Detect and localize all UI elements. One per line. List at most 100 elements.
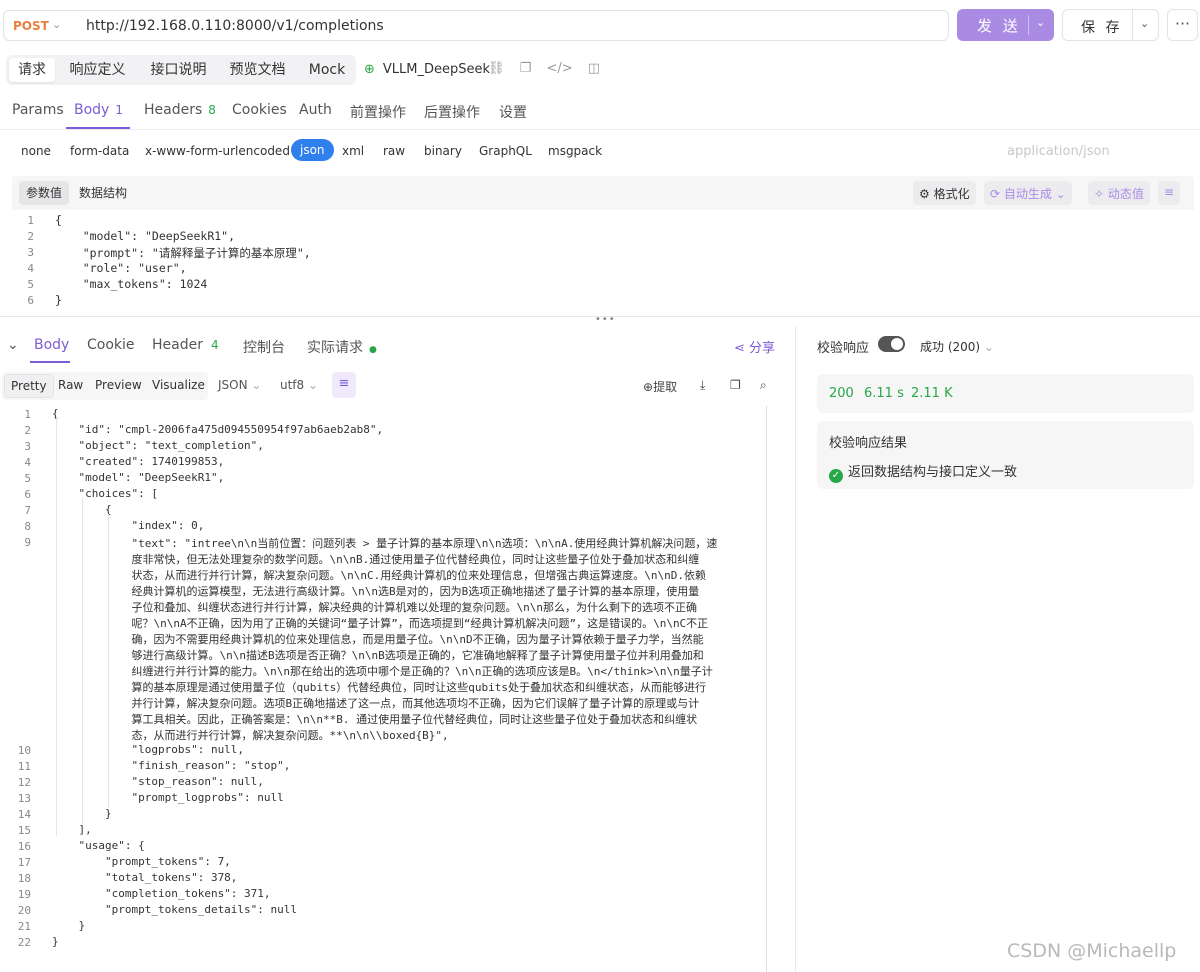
body-type-none[interactable]: none bbox=[21, 144, 51, 158]
code-line: "choices": [ bbox=[52, 487, 158, 500]
format-preview[interactable]: Preview bbox=[89, 374, 148, 398]
request-body-editor[interactable]: 1 {2 "model": "DeepSeekR1", 3 "prompt": "请… bbox=[12, 210, 1194, 310]
share-icon: ⋖ bbox=[734, 341, 745, 356]
refresh-icon: ⟳ bbox=[990, 187, 1001, 201]
tab-request[interactable]: 请求 bbox=[9, 58, 55, 82]
code-line: "created": 1740199853, bbox=[52, 455, 225, 468]
top-tabs: 请求 响应定义 接口说明 预览文档 Mock ⊕ VLLM_DeepSeek ⛓ … bbox=[0, 52, 1200, 88]
url-input[interactable]: http://192.168.0.110:8000/v1/completions bbox=[74, 10, 949, 41]
request-tabs: Params Body 1 Headers 8 Cookies Auth 前置操作 … bbox=[0, 92, 1200, 130]
download-icon[interactable]: ⤓ bbox=[700, 378, 705, 393]
body-type-raw[interactable]: raw bbox=[383, 144, 405, 158]
active-tab-indicator bbox=[30, 361, 70, 363]
line-number: 8 bbox=[24, 520, 31, 533]
watermark: CSDN @Michaellp bbox=[1007, 940, 1177, 962]
code-line: 算工具相关。因此，正确答案是：\n\n**B. 通过使用量子位代替经典位，同时让… bbox=[52, 713, 698, 726]
method-select[interactable]: POST ⌄ bbox=[3, 10, 75, 41]
chevron-down-icon[interactable]: ⌄ bbox=[1140, 17, 1149, 30]
tab-pre-operations[interactable]: 前置操作 bbox=[350, 102, 406, 122]
tab-params[interactable]: Params bbox=[12, 102, 64, 118]
charset-select[interactable]: utf8 ⌄ bbox=[280, 378, 318, 392]
share-button[interactable]: ⋖ 分享 bbox=[734, 337, 775, 356]
body-type-json[interactable]: json bbox=[291, 139, 334, 161]
line-number: 1 bbox=[27, 214, 34, 227]
code-line: ], bbox=[52, 823, 92, 836]
code-line: } bbox=[55, 293, 62, 307]
chevron-down-icon[interactable]: ⌄ bbox=[1036, 16, 1045, 29]
tab-param-values[interactable]: 参数值 bbox=[19, 181, 70, 205]
dynamic-value-button[interactable]: ✧ 动态值 bbox=[1088, 181, 1150, 205]
tab-headers[interactable]: Headers 8 bbox=[144, 102, 216, 118]
validation-result-row: ✓ 返回数据结构与接口定义一致 bbox=[829, 461, 1017, 483]
validate-response-label: 校验响应 bbox=[817, 341, 870, 356]
collapse-chevron-icon[interactable]: ⌄ bbox=[7, 337, 19, 353]
response-stats-card: 200 6.11 s 2.11 K bbox=[817, 374, 1194, 413]
validation-result-select[interactable]: 成功 (200) ⌄ bbox=[920, 338, 994, 355]
chevron-down-icon[interactable]: ⌄ bbox=[1056, 187, 1066, 201]
body-type-urlencoded[interactable]: x-www-form-urlencoded bbox=[145, 144, 290, 158]
response-tab-cookie[interactable]: Cookie bbox=[87, 337, 135, 353]
body-editor-toolbar: 参数值 数据结构 ⚙ 格式化 ⟳ 自动生成 ⌄ ✧ 动态值 ≡ bbox=[12, 176, 1194, 210]
header-count-badge: 4 bbox=[210, 338, 219, 352]
environment-name[interactable]: ⊕ VLLM_DeepSeek bbox=[364, 62, 490, 77]
format-raw[interactable]: Raw bbox=[52, 374, 89, 398]
tab-mock[interactable]: Mock bbox=[302, 58, 352, 82]
body-type-msgpack[interactable]: msgpack bbox=[548, 144, 602, 158]
format-visualize[interactable]: Visualize bbox=[146, 374, 211, 398]
response-tab-header[interactable]: Header 4 bbox=[152, 337, 219, 353]
validate-response-toggle[interactable] bbox=[878, 336, 905, 352]
body-type-xml[interactable]: xml bbox=[342, 144, 364, 158]
chevron-down-icon: ⌄ bbox=[983, 340, 994, 354]
code-line: 子位和叠加、纠缠状态进行并行计算，解决经典的计算机难以处理的复杂问题。\n\n那… bbox=[52, 601, 697, 614]
response-type-select[interactable]: JSON ⌄ bbox=[218, 378, 261, 392]
tab-api-description[interactable]: 接口说明 bbox=[142, 58, 215, 82]
extract-button[interactable]: ⊕提取 bbox=[643, 378, 677, 395]
format-pretty[interactable]: Pretty bbox=[4, 374, 54, 398]
code-line: "model": "DeepSeekR1", bbox=[52, 471, 225, 484]
more-options-button[interactable]: ··· bbox=[1167, 9, 1198, 41]
copy-icon[interactable]: ❐ bbox=[730, 378, 741, 392]
code-line: "text": "intree\n\n当前位置：问题列表 > 量子计算的基本原理… bbox=[52, 537, 718, 550]
tab-body[interactable]: Body 1 bbox=[74, 102, 123, 118]
format-button[interactable]: ⚙ 格式化 bbox=[913, 181, 976, 205]
tab-data-structure[interactable]: 数据结构 bbox=[72, 181, 134, 205]
drag-handle-icon[interactable]: ••• bbox=[595, 314, 616, 325]
code-icon[interactable]: </> bbox=[546, 61, 572, 76]
code-line: "stop_reason": null, bbox=[52, 775, 264, 788]
vertical-scrollbar[interactable] bbox=[766, 406, 767, 972]
search-icon[interactable]: ⌕ bbox=[760, 378, 767, 393]
panel-splitter[interactable]: ••• bbox=[0, 314, 1200, 325]
link-icon[interactable]: ⛓ bbox=[488, 61, 505, 76]
code-line: 确，因为不需要用经典计算机的位来处理信息，而是用量子位。\n\nD不正确，因为量… bbox=[52, 633, 704, 646]
tab-post-operations[interactable]: 后置操作 bbox=[424, 102, 480, 122]
response-body-viewer[interactable]: 1{2 "id": "cmpl-2006fa475d094550954f97ab… bbox=[0, 406, 780, 972]
body-type-graphql[interactable]: GraphQL bbox=[479, 144, 532, 158]
body-type-form-data[interactable]: form-data bbox=[70, 144, 129, 158]
wrap-lines-icon[interactable]: ≡ bbox=[332, 372, 356, 398]
tab-cookies[interactable]: Cookies bbox=[232, 102, 287, 118]
body-type-binary[interactable]: binary bbox=[424, 144, 462, 158]
tab-preview-docs[interactable]: 预览文档 bbox=[221, 58, 294, 82]
response-tab-console[interactable]: 控制台 bbox=[243, 337, 285, 357]
tab-params-label: Params bbox=[12, 102, 64, 118]
send-button[interactable]: 发 送 ⌄ bbox=[957, 9, 1054, 41]
tab-settings[interactable]: 设置 bbox=[499, 102, 527, 122]
auto-generate-button[interactable]: ⟳ 自动生成 ⌄ bbox=[984, 181, 1072, 205]
code-line: "completion_tokens": 371, bbox=[52, 887, 271, 900]
magic-icon: ⚙ bbox=[919, 187, 930, 201]
code-line: 呢？\n\nA不正确，因为用了正确的关键词“量子计算”，而选项提到“经典计算机解… bbox=[52, 617, 709, 630]
code-line: } bbox=[52, 919, 86, 932]
code-line: 经典计算机的运算模型，无法进行高级计算。\n\n选B是对的，因为B选项正确地描述… bbox=[52, 585, 700, 598]
save-button-label: 保 存 bbox=[1081, 20, 1123, 36]
wrap-lines-icon[interactable]: ≡ bbox=[1158, 181, 1181, 205]
line-number: 5 bbox=[24, 472, 31, 485]
tab-auth[interactable]: Auth bbox=[299, 102, 332, 118]
response-tab-body[interactable]: Body bbox=[34, 337, 69, 353]
line-number: 4 bbox=[27, 262, 34, 275]
save-button[interactable]: 保 存 ⌄ bbox=[1062, 9, 1159, 41]
copy-icon[interactable]: ❐ bbox=[520, 61, 532, 76]
response-tab-actual-request[interactable]: 实际请求 ● bbox=[307, 337, 377, 357]
tab-response-definition[interactable]: 响应定义 bbox=[61, 58, 134, 82]
panel-icon[interactable]: ◫ bbox=[588, 61, 600, 76]
line-number: 18 bbox=[17, 872, 31, 885]
